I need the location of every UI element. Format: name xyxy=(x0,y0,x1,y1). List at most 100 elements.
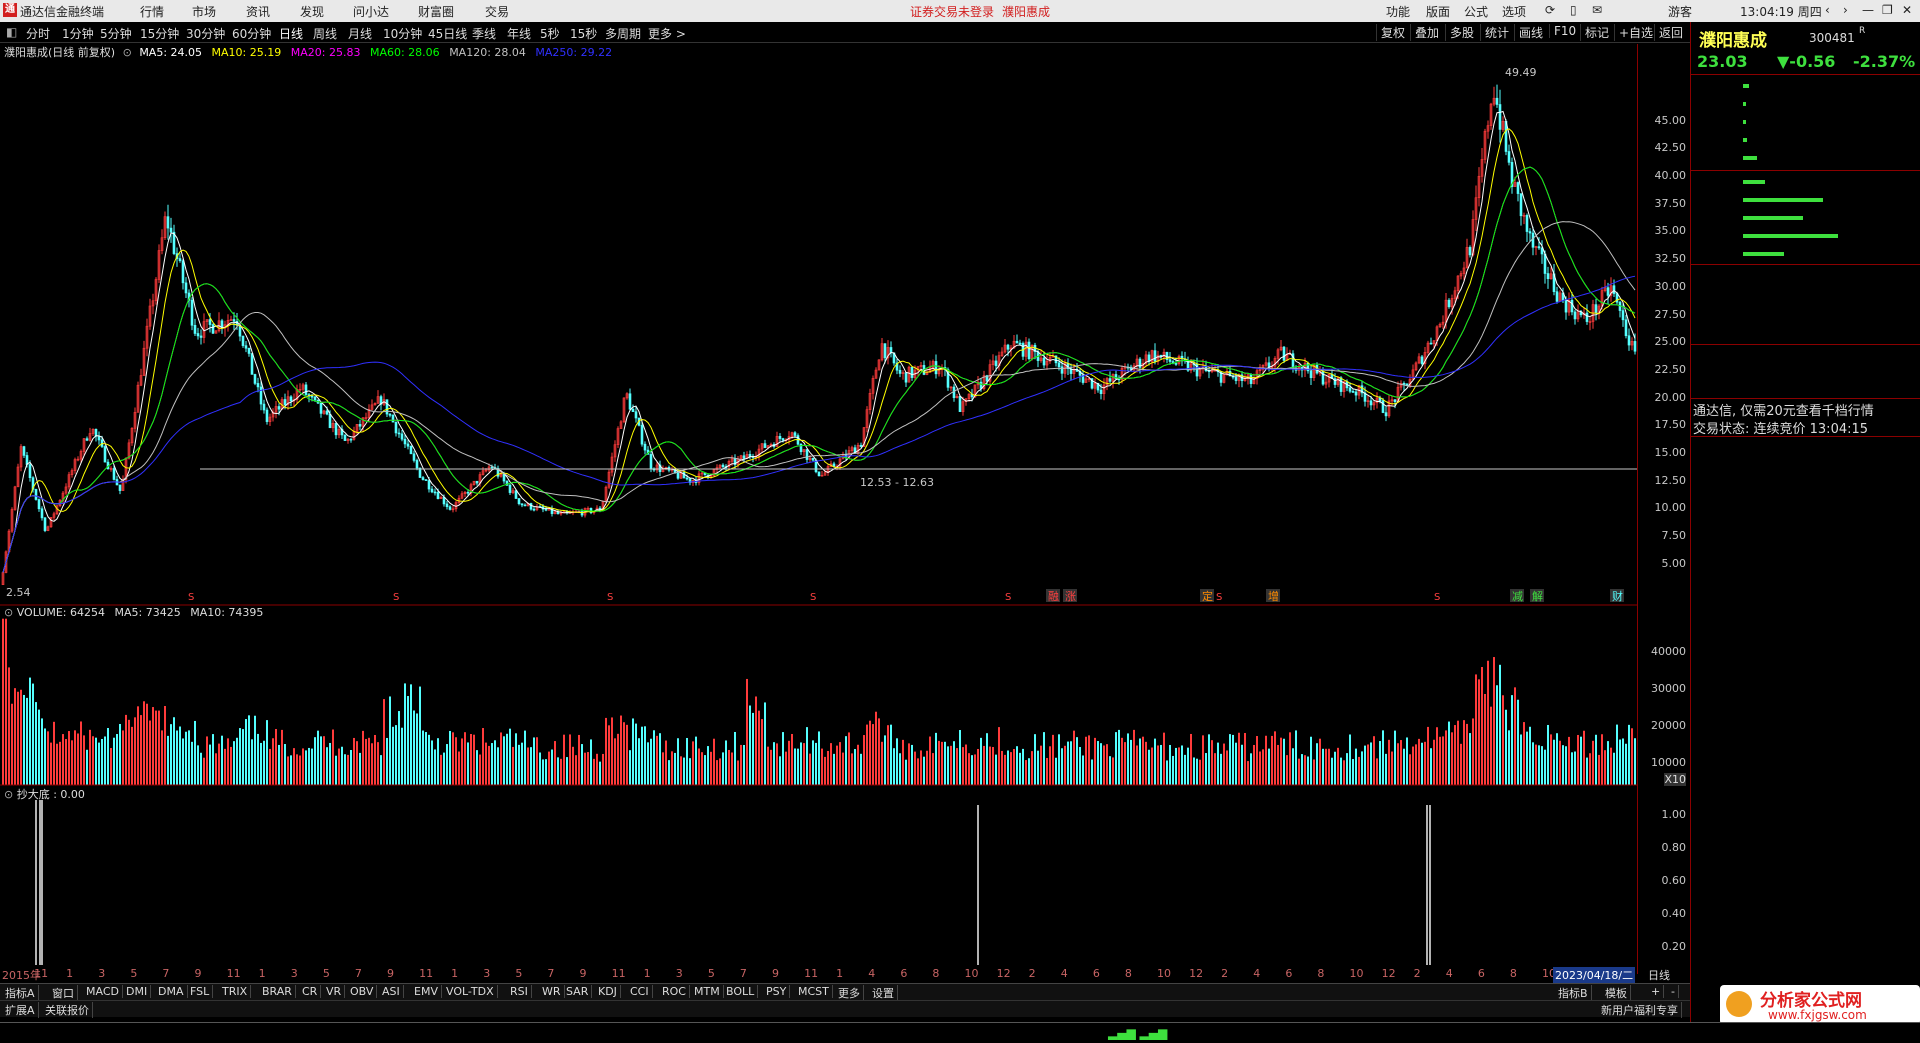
user-label[interactable]: 游客 xyxy=(1668,3,1692,20)
btn-draw[interactable]: 画线 xyxy=(1514,24,1543,41)
mail-icon[interactable]: ✉ xyxy=(1592,3,1602,17)
indicator-tab-right[interactable]: - xyxy=(1668,985,1679,998)
indicator-tab[interactable]: DMA xyxy=(155,985,188,998)
event-label[interactable]: 涨 xyxy=(1065,590,1076,603)
indicator-tab[interactable]: KDJ xyxy=(595,985,621,998)
indicator-tab[interactable]: MTM xyxy=(691,985,724,998)
indicator-tab[interactable]: MCST xyxy=(795,985,833,998)
menu-discover[interactable]: 发现 xyxy=(300,3,324,20)
period-tab[interactable]: 15分钟 xyxy=(140,25,179,42)
indicator-tab[interactable]: ROC xyxy=(659,985,690,998)
volume-collapse-icon[interactable]: ⊙ xyxy=(4,606,13,619)
event-label[interactable]: 解 xyxy=(1532,589,1543,603)
period-tab[interactable]: 10分钟 xyxy=(383,25,422,42)
period-tab[interactable]: 1分钟 xyxy=(62,25,94,42)
btn-mark[interactable]: 标记 xyxy=(1580,24,1609,41)
indicator-tab[interactable]: VR xyxy=(323,985,346,998)
indicator-tab[interactable]: WR xyxy=(539,985,565,998)
menu-options[interactable]: 选项 xyxy=(1502,3,1526,20)
period-tab[interactable]: 多周期 xyxy=(605,25,641,42)
back-icon[interactable]: ‹ xyxy=(1825,3,1830,17)
event-s-mark[interactable]: S xyxy=(1005,592,1011,603)
event-s-mark[interactable]: S xyxy=(393,592,399,603)
indicator-tab[interactable]: BOLL xyxy=(723,985,759,998)
indicator-tab[interactable]: 更多 xyxy=(835,985,864,1001)
promo-text[interactable]: 通达信, 仅需20元查看千档行情 xyxy=(1693,400,1874,419)
close-icon[interactable]: ✕ xyxy=(1902,3,1912,17)
period-tab[interactable]: 45日线 xyxy=(428,25,467,42)
period-tab[interactable]: 5秒 xyxy=(540,25,560,42)
period-tab[interactable]: 15秒 xyxy=(570,25,597,42)
indicator-tab[interactable]: DMI xyxy=(123,985,152,998)
indicator-tab[interactable]: FSL xyxy=(187,985,214,998)
indicator-tab[interactable]: BRAR xyxy=(259,985,296,998)
menu-markets[interactable]: 市场 xyxy=(192,3,216,20)
menu-formula[interactable]: 公式 xyxy=(1464,3,1488,20)
indicator-tab[interactable]: OBV xyxy=(347,985,378,998)
indicator-tab[interactable]: TRIX xyxy=(219,985,252,998)
btn-adjust[interactable]: 复权 xyxy=(1376,24,1405,41)
indicator-tab[interactable]: CCI xyxy=(627,985,653,998)
new-user-promo[interactable]: 新用户福利专享 xyxy=(1598,1002,1682,1018)
indicator-tab[interactable]: MACD xyxy=(83,985,123,998)
indicator-tab[interactable]: 设置 xyxy=(869,985,898,1001)
panel-toggle-icon[interactable]: ◧ xyxy=(6,25,17,39)
minimize-icon[interactable]: — xyxy=(1862,3,1874,17)
period-tab[interactable]: 分时 xyxy=(26,25,50,42)
event-label[interactable]: 增 xyxy=(1268,589,1279,603)
indicator-tab[interactable]: 窗口 xyxy=(49,985,78,1001)
ext-tab-related[interactable]: 关联报价 xyxy=(42,1002,93,1018)
indicator-tab[interactable]: VOL-TDX xyxy=(443,985,498,998)
event-label[interactable]: 融 xyxy=(1048,590,1059,603)
menu-function[interactable]: 功能 xyxy=(1386,3,1410,20)
indicator-tab[interactable]: SAR xyxy=(563,985,593,998)
btn-multi-stock[interactable]: 多股 xyxy=(1445,24,1474,41)
period-tab[interactable]: 年线 xyxy=(507,25,531,42)
btn-back[interactable]: 返回 xyxy=(1654,24,1683,41)
period-tab[interactable]: 月线 xyxy=(348,25,372,42)
maximize-icon[interactable]: ❐ xyxy=(1882,3,1893,17)
period-tab[interactable]: 30分钟 xyxy=(186,25,225,42)
indicator-tab[interactable]: PSY xyxy=(763,985,791,998)
indicator-tab[interactable]: EMV xyxy=(411,985,442,998)
forward-icon[interactable]: › xyxy=(1843,3,1848,17)
period-tab[interactable]: 日线 xyxy=(279,25,303,42)
event-s-mark[interactable]: S xyxy=(1216,592,1222,603)
menu-market[interactable]: 行情 xyxy=(140,3,164,20)
indicator-collapse-icon[interactable]: ⊙ xyxy=(4,788,13,801)
ext-tab-a[interactable]: 扩展A xyxy=(2,1002,39,1018)
btn-f10[interactable]: F10 xyxy=(1549,24,1576,38)
event-label[interactable]: 财 xyxy=(1612,589,1623,603)
kline-chart-area[interactable]: 49.49 2.54 12.53 - 12.63 S S S S S S S 融涨 定 增 减解 财 xyxy=(0,58,1637,968)
refresh-icon[interactable]: ⟳ xyxy=(1545,3,1555,17)
menu-trade[interactable]: 交易 xyxy=(485,3,509,20)
period-tab[interactable]: 60分钟 xyxy=(232,25,271,42)
candle-body xyxy=(1282,346,1286,361)
btn-add-watchlist[interactable]: +自选 xyxy=(1614,24,1653,41)
indicator-tab-right[interactable]: 模板 xyxy=(1602,985,1631,1001)
event-s-mark[interactable]: S xyxy=(607,592,613,603)
indicator-tab[interactable]: 指标A xyxy=(2,985,39,1001)
phone-icon[interactable]: ▯ xyxy=(1570,3,1577,17)
indicator-tab[interactable]: ASI xyxy=(379,985,404,998)
event-label[interactable]: 定 xyxy=(1202,589,1213,603)
event-s-mark[interactable]: S xyxy=(188,592,194,603)
event-label[interactable]: 减 xyxy=(1512,590,1523,603)
menu-wealth[interactable]: 财富圈 xyxy=(418,3,454,20)
period-tab[interactable]: 周线 xyxy=(313,25,337,42)
menu-layout[interactable]: 版面 xyxy=(1426,3,1450,20)
event-s-mark[interactable]: S xyxy=(1434,592,1440,603)
btn-stats[interactable]: 统计 xyxy=(1480,24,1509,41)
menu-ask[interactable]: 问小达 xyxy=(353,3,389,20)
indicator-tab[interactable]: RSI xyxy=(507,985,532,998)
indicator-tab[interactable]: CR xyxy=(299,985,322,998)
period-tab[interactable]: 更多 > xyxy=(648,25,686,42)
indicator-tab-right[interactable]: 指标B xyxy=(1555,985,1592,1001)
menu-news[interactable]: 资讯 xyxy=(246,3,270,20)
btn-overlay[interactable]: 叠加 xyxy=(1410,24,1439,41)
trade-login-notice[interactable]: 证券交易未登录 xyxy=(910,3,994,20)
period-tab[interactable]: 季线 xyxy=(472,25,496,42)
period-tab[interactable]: 5分钟 xyxy=(100,25,132,42)
indicator-tab-right[interactable]: + xyxy=(1648,985,1665,998)
event-s-mark[interactable]: S xyxy=(810,592,816,603)
